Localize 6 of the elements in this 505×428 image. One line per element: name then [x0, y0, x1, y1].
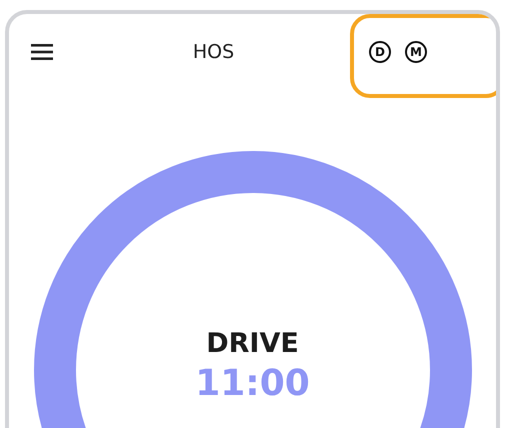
menu-icon[interactable]	[31, 44, 53, 60]
time-remaining: 11:00	[195, 363, 310, 404]
letter-badge[interactable]: D	[369, 41, 391, 63]
letter-badge[interactable]: M	[405, 41, 427, 63]
screen-title: HOS	[192, 41, 236, 63]
status-label: DRIVE	[206, 328, 299, 359]
